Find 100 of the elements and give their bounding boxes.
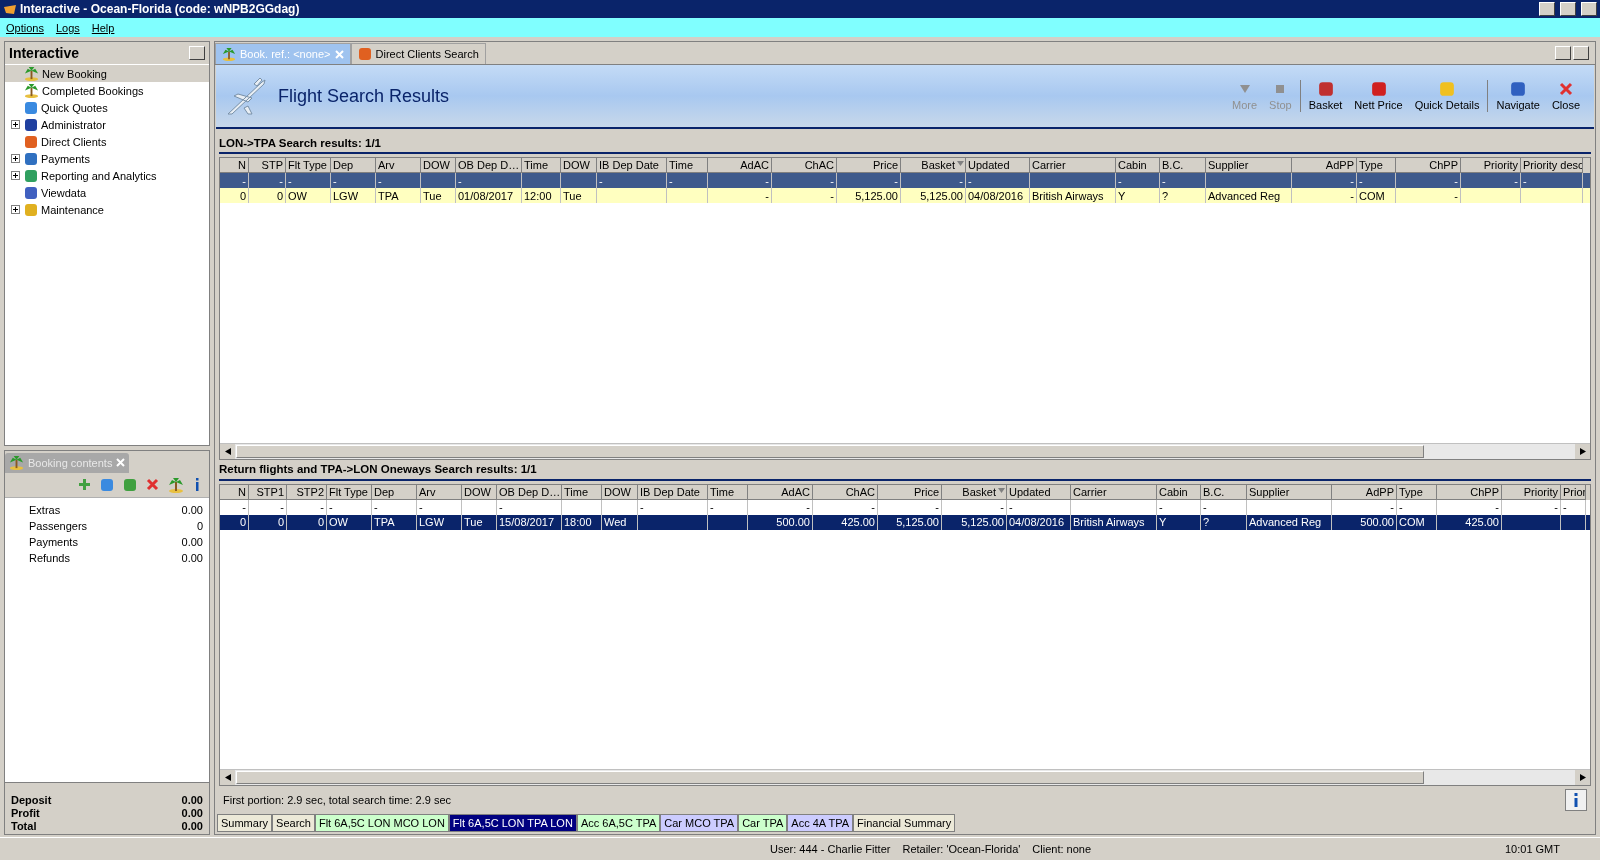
column-header[interactable]: Arv (376, 158, 421, 173)
column-header[interactable]: Time (667, 158, 708, 173)
filter-cell[interactable]: - (640, 501, 644, 513)
section-tab[interactable]: Flt 6A,5C LON TPA LON (448, 814, 577, 832)
filter-cell[interactable]: - (935, 501, 939, 513)
expand-icon[interactable] (11, 154, 20, 163)
result-row[interactable]: 0 0 OW LGW TPA Tue 01/08/2017 12:00 Tue - - 5,125.00 5,125.00 04/08/2016 British Airways Y ? Advanced Reg - COM - (220, 188, 1590, 203)
column-header[interactable]: AdAC (708, 158, 772, 173)
column-header[interactable]: Type (1397, 484, 1437, 500)
expand-icon[interactable] (11, 120, 20, 129)
filter-cell[interactable]: - (458, 174, 462, 187)
toolbar-button[interactable]: Nett Price (1348, 81, 1409, 111)
tree-item[interactable]: Reporting and Analytics (5, 167, 209, 184)
filter-cell[interactable]: - (765, 174, 769, 187)
filter-cell[interactable]: - (242, 501, 246, 513)
info-icon[interactable] (193, 478, 201, 492)
filter-cell[interactable]: - (1118, 174, 1122, 187)
column-header[interactable]: AdPP (1332, 484, 1397, 500)
section-tab[interactable]: Financial Summary (853, 814, 956, 832)
filter-cell[interactable]: - (669, 174, 673, 187)
scroll-right-icon[interactable] (1579, 447, 1586, 455)
filter-cell[interactable]: - (1495, 501, 1499, 513)
column-header[interactable]: Supplier (1206, 158, 1292, 173)
column-header[interactable]: N (220, 158, 249, 173)
column-header[interactable]: STP1 (249, 484, 287, 500)
column-header[interactable]: Time (708, 484, 748, 500)
column-header[interactable]: Price (837, 158, 901, 173)
column-header[interactable]: DOW (561, 158, 597, 173)
section-tab[interactable]: Acc 6A,5C TPA (576, 814, 661, 832)
filter-cell[interactable]: - (599, 174, 603, 187)
column-header[interactable]: IB Dep Date (597, 158, 667, 173)
column-header[interactable]: Basket (942, 484, 1007, 500)
filter-cell[interactable]: - (499, 501, 503, 513)
toolbar-button[interactable]: Navigate (1490, 81, 1546, 111)
filter-cell[interactable]: - (871, 501, 875, 513)
column-header[interactable]: Priority (1502, 484, 1561, 500)
filter-cell[interactable]: - (1514, 174, 1518, 187)
column-header[interactable]: Time (522, 158, 561, 173)
column-header[interactable]: Updated (966, 158, 1030, 173)
menu-item[interactable]: Options (6, 21, 44, 34)
filter-cell[interactable]: - (374, 501, 378, 513)
column-header[interactable]: STP (249, 158, 286, 173)
column-header[interactable]: Arv (417, 484, 462, 500)
column-header[interactable]: B.C. (1160, 158, 1206, 173)
column-header[interactable]: Carrier (1030, 158, 1116, 173)
filter-cell[interactable]: - (806, 501, 810, 513)
column-header[interactable]: OB Dep D… (456, 158, 522, 173)
column-header[interactable]: Dep (372, 484, 417, 500)
column-header[interactable]: Flt Type (327, 484, 372, 500)
tree-item[interactable]: Maintenance (5, 201, 209, 218)
filter-cell[interactable]: - (242, 174, 246, 187)
expand-icon[interactable] (11, 205, 20, 214)
column-header[interactable]: ChPP (1437, 484, 1502, 500)
filter-cell[interactable]: - (959, 174, 963, 187)
filter-cell[interactable]: - (1159, 501, 1163, 513)
filter-cell[interactable]: - (419, 501, 423, 513)
column-header[interactable]: Carrier (1071, 484, 1157, 500)
column-header[interactable]: IB Dep Date (638, 484, 708, 500)
filter-cell[interactable]: - (1162, 174, 1166, 187)
column-header[interactable]: Basket (901, 158, 966, 173)
filter-cell[interactable]: - (329, 501, 333, 513)
column-header[interactable]: Supplier (1247, 484, 1332, 500)
column-header[interactable]: N (220, 484, 249, 500)
column-header[interactable]: DOW (421, 158, 456, 173)
filter-cell[interactable]: - (1009, 501, 1013, 513)
tree-item[interactable]: Payments (5, 150, 209, 167)
scroll-right-icon[interactable] (1579, 774, 1586, 781)
column-header[interactable]: Type (1357, 158, 1396, 173)
tree-item[interactable]: Completed Bookings (5, 82, 209, 99)
scroll-left-icon[interactable] (224, 447, 231, 455)
filter-cell[interactable]: - (1000, 501, 1004, 513)
filter-cell[interactable]: - (280, 501, 284, 513)
section-tab[interactable]: Car TPA (738, 814, 788, 832)
tree-item[interactable]: Viewdata (5, 184, 209, 201)
column-header[interactable]: Flt Type (286, 158, 331, 173)
column-header[interactable]: OB Dep D… (497, 484, 562, 500)
scroll-left-icon[interactable] (224, 774, 231, 781)
column-header[interactable]: DOW (602, 484, 638, 500)
section-tab[interactable]: Flt 6A,5C LON MCO LON (314, 814, 449, 832)
filter-cell[interactable]: - (1203, 501, 1207, 513)
column-header[interactable]: ChAC (772, 158, 837, 173)
column-header[interactable]: Cabin (1116, 158, 1160, 173)
tree-item[interactable]: Direct Clients (5, 133, 209, 150)
tree-item[interactable]: New Booking (5, 65, 209, 82)
menu-item[interactable]: Help (91, 21, 115, 34)
horizontal-scrollbar[interactable] (220, 442, 1590, 459)
filter-cell[interactable]: - (320, 501, 324, 513)
toolbar-button[interactable]: Quick Details (1408, 81, 1486, 111)
column-header[interactable]: AdPP (1292, 158, 1357, 173)
section-tab[interactable]: Car MCO TPA (660, 814, 739, 832)
column-header[interactable]: B.C. (1201, 484, 1247, 500)
filter-cell[interactable]: - (279, 174, 283, 187)
column-header[interactable]: Price (878, 484, 942, 500)
column-header[interactable]: ChPP (1396, 158, 1461, 173)
filter-cell[interactable]: - (1523, 174, 1527, 187)
filter-cell[interactable]: - (830, 174, 834, 187)
section-tab[interactable]: Search (272, 814, 315, 832)
filter-cell[interactable]: - (1554, 501, 1558, 513)
filter-cell[interactable]: - (1359, 174, 1363, 187)
column-header[interactable]: DOW (462, 484, 497, 500)
